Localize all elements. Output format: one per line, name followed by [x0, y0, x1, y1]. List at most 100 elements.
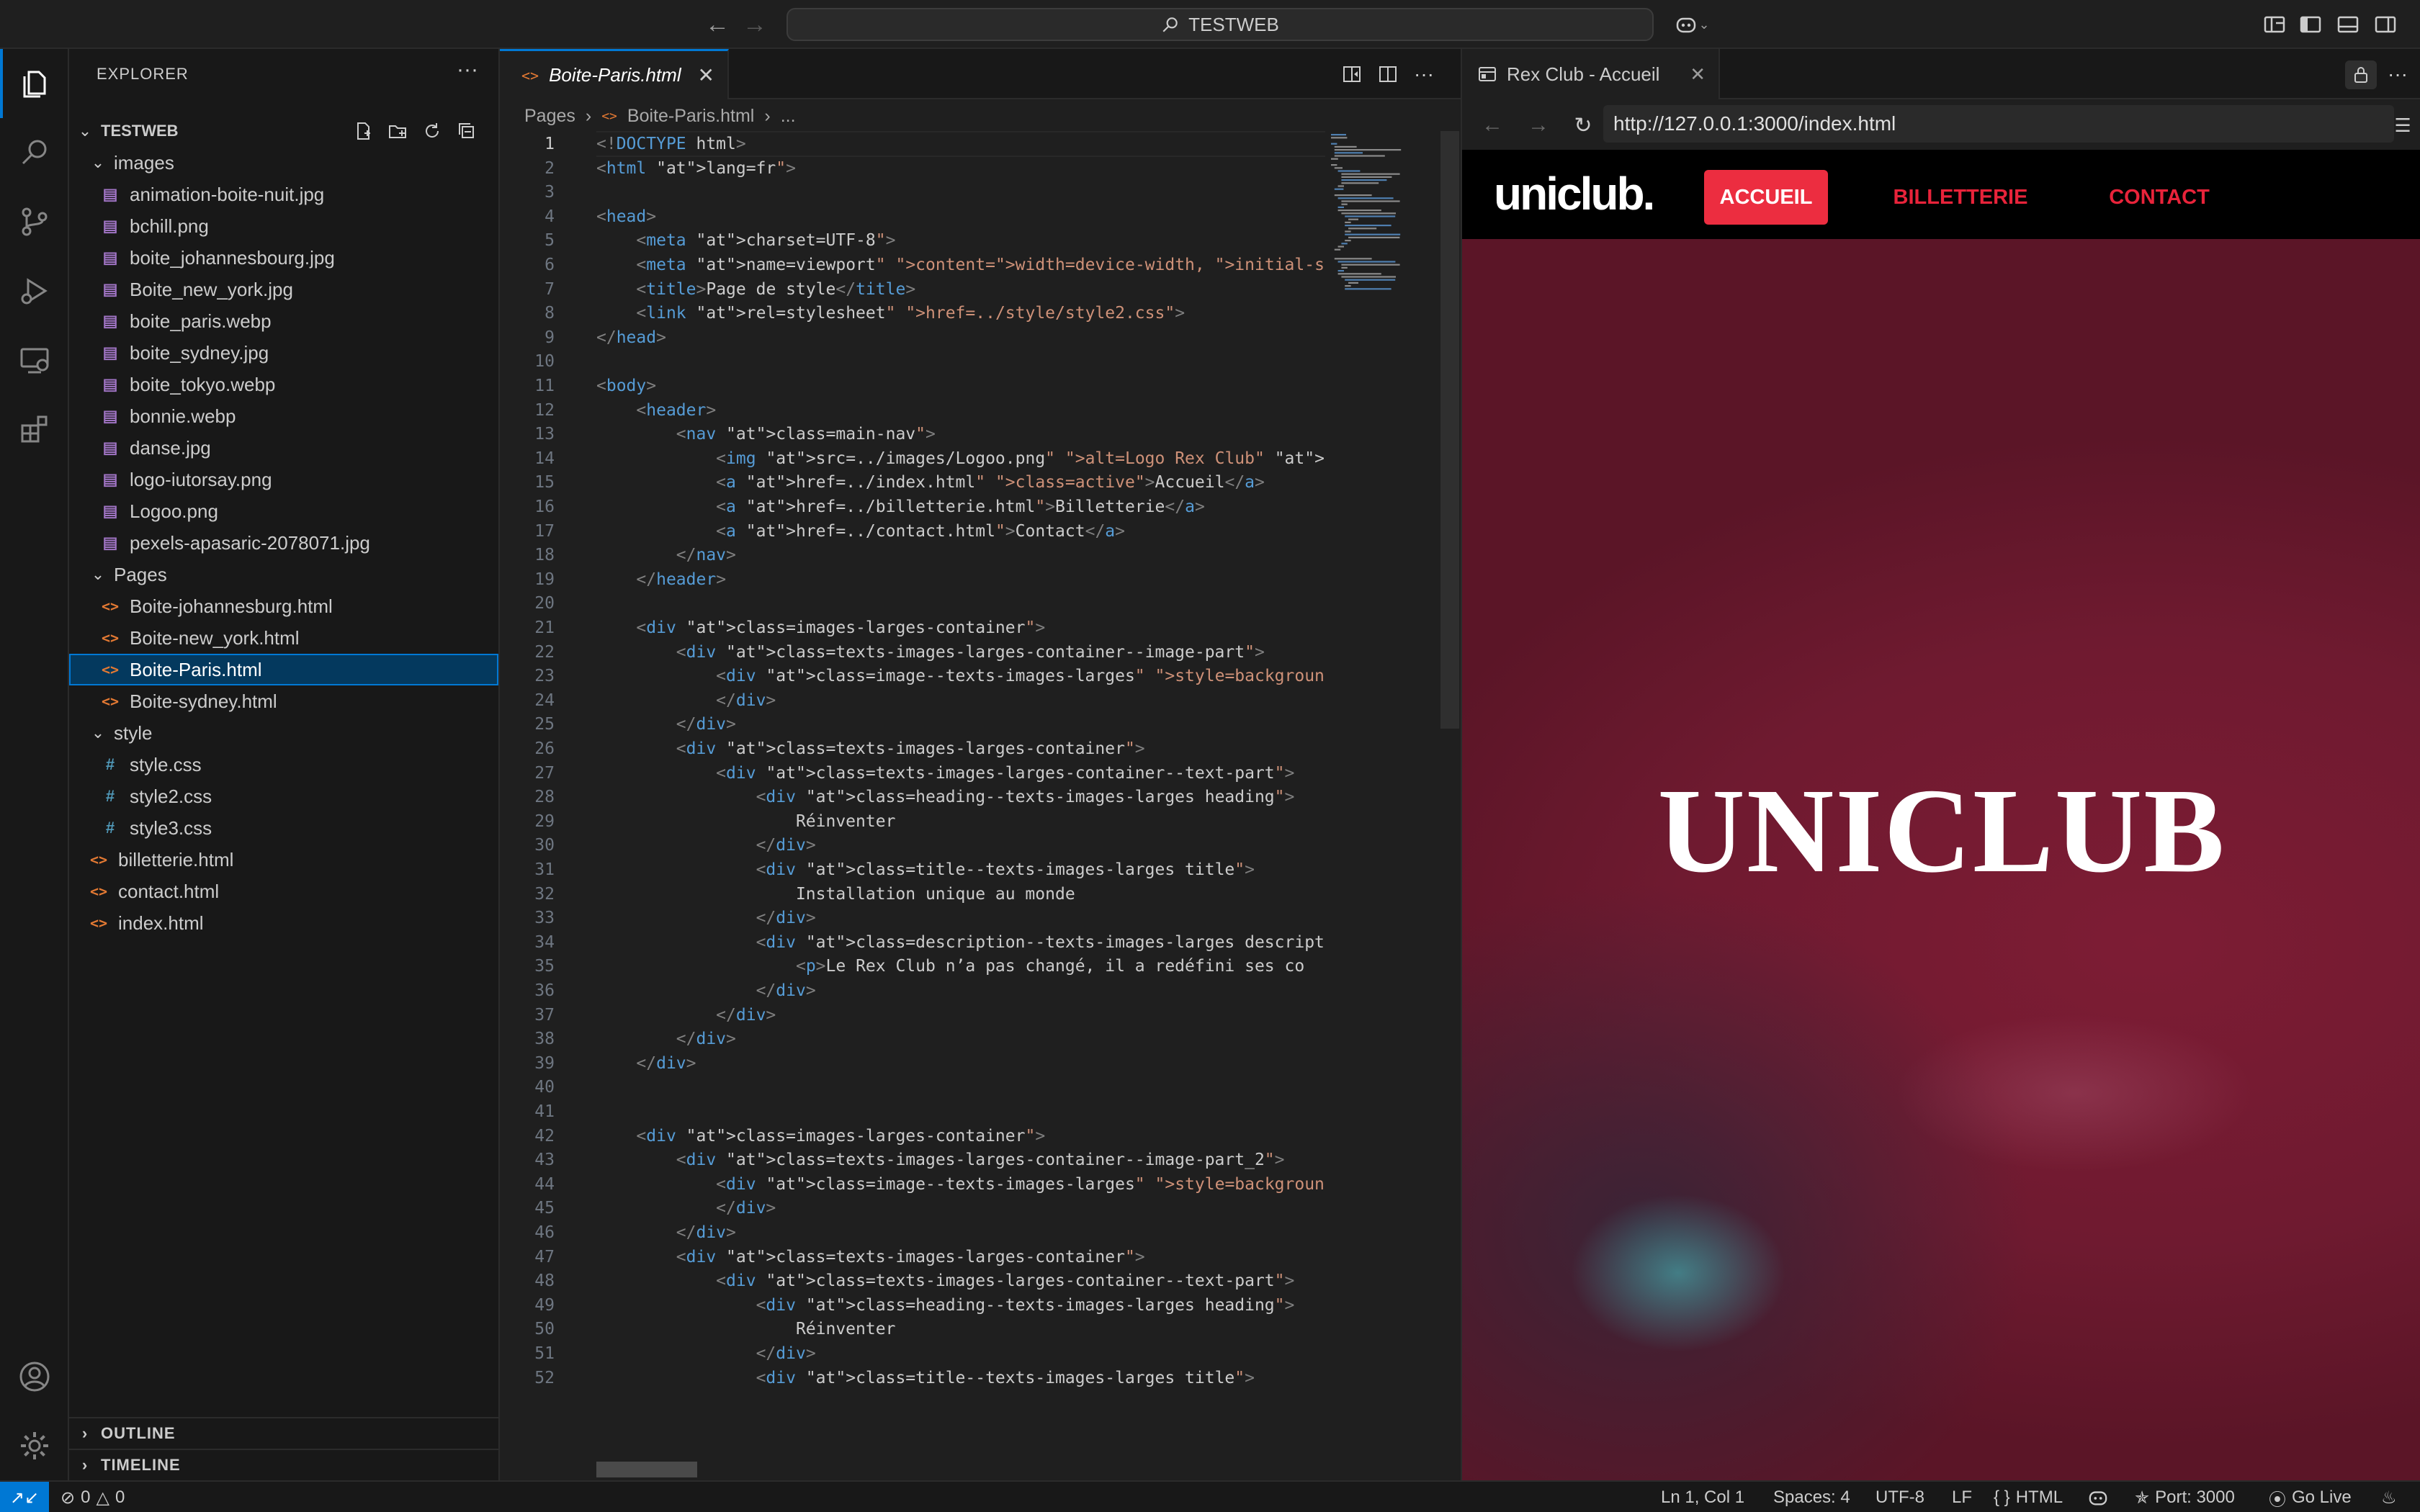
- url-bar[interactable]: http://127.0.0.1:3000/index.html: [1603, 105, 2394, 143]
- back-arrow-icon[interactable]: ←: [1478, 111, 1507, 140]
- file-item-selected[interactable]: <> Boite-Paris.html: [69, 654, 498, 685]
- remote-explorer-icon[interactable]: [0, 325, 69, 395]
- run-debug-icon[interactable]: [0, 256, 69, 325]
- new-file-icon[interactable]: [353, 121, 373, 141]
- file-item[interactable]: ▤ bchill.png: [69, 210, 498, 242]
- file-item[interactable]: ▤ Logoo.png: [69, 495, 498, 527]
- code-line[interactable]: 12 <header>: [500, 397, 1325, 423]
- file-item[interactable]: # style3.css: [69, 812, 498, 844]
- tab-boite-paris[interactable]: <> Boite-Paris.html ✕: [500, 49, 729, 99]
- code-line[interactable]: 26 <div "at">class=texts-images-larges-c…: [500, 736, 1325, 762]
- forward-arrow-icon[interactable]: →: [1524, 111, 1553, 140]
- code-line[interactable]: 2 <html "at">lang=fr">: [500, 156, 1325, 181]
- code-line[interactable]: 3: [500, 179, 1325, 205]
- code-line[interactable]: 14 <img "at">src=../images/Logoo.png" ">…: [500, 446, 1325, 472]
- code-line[interactable]: 43 <div "at">class=texts-images-larges-c…: [500, 1147, 1325, 1173]
- account-icon[interactable]: [0, 1342, 69, 1411]
- tab-rex-club[interactable]: Rex Club - Accueil ✕: [1462, 49, 1720, 99]
- collapse-all-icon[interactable]: [457, 121, 477, 141]
- customize-layout-icon[interactable]: [2262, 12, 2287, 37]
- code-line[interactable]: 41: [500, 1099, 1325, 1125]
- back-arrow-icon[interactable]: ←: [703, 10, 732, 39]
- code-line[interactable]: 28 <div "at">class=heading--texts-images…: [500, 784, 1325, 810]
- code-line[interactable]: 7 <title>Page de style</title>: [500, 276, 1325, 302]
- toggle-primary-sidebar-icon[interactable]: [2298, 12, 2323, 37]
- file-item[interactable]: <> contact.html: [69, 876, 498, 907]
- code-line[interactable]: 5 <meta "at">charset=UTF-8">: [500, 228, 1325, 253]
- minimap[interactable]: [1328, 131, 1436, 419]
- code-line[interactable]: 44 <div "at">class=image--texts-images-l…: [500, 1171, 1325, 1197]
- code-line[interactable]: 30 </div>: [500, 832, 1325, 858]
- breadcrumb-item[interactable]: Boite-Paris.html: [627, 106, 754, 127]
- code-line[interactable]: 42 <div "at">class=images-larges-contain…: [500, 1123, 1325, 1149]
- file-item[interactable]: ▤ logo-iutorsay.png: [69, 464, 498, 495]
- code-line[interactable]: 31 <div "at">class=title--texts-images-l…: [500, 857, 1325, 883]
- forward-arrow-icon[interactable]: →: [740, 10, 769, 39]
- file-item[interactable]: ▤ danse.jpg: [69, 432, 498, 464]
- folder-pages[interactable]: ⌄ Pages: [69, 559, 498, 590]
- encoding[interactable]: UTF-8: [1876, 1482, 1924, 1512]
- settings-gear-icon[interactable]: [0, 1411, 69, 1480]
- code-line[interactable]: 50 Réinventer: [500, 1316, 1325, 1342]
- code-line[interactable]: 21 <div "at">class=images-larges-contain…: [500, 615, 1325, 641]
- split-editor-icon[interactable]: [1376, 62, 1400, 86]
- workspace-root[interactable]: ⌄ TESTWEB: [69, 115, 498, 147]
- live-server-port[interactable]: ✯ Port: 3000: [2135, 1482, 2235, 1512]
- close-icon[interactable]: ✕: [1690, 63, 1706, 86]
- file-item[interactable]: ▤ boite_sydney.jpg: [69, 337, 498, 369]
- file-item[interactable]: ▤ boite_paris.webp: [69, 305, 498, 337]
- code-line[interactable]: 6 <meta "at">name=viewport" ">content=">…: [500, 252, 1325, 278]
- more-actions-icon[interactable]: ···: [457, 58, 478, 82]
- file-item[interactable]: <> Boite-johannesburg.html: [69, 590, 498, 622]
- more-actions-icon[interactable]: ···: [1412, 62, 1436, 86]
- code-line[interactable]: 37 </div>: [500, 1002, 1325, 1028]
- folder-images[interactable]: ⌄ images: [69, 147, 498, 179]
- code-line[interactable]: 10: [500, 348, 1325, 374]
- breadcrumb-item[interactable]: Pages: [524, 106, 575, 127]
- code-line[interactable]: 9 </head>: [500, 325, 1325, 351]
- code-line[interactable]: 47 <div "at">class=texts-images-larges-c…: [500, 1244, 1325, 1270]
- horizontal-scrollbar[interactable]: [596, 1462, 697, 1477]
- search-icon[interactable]: [0, 118, 69, 187]
- code-line[interactable]: 48 <div "at">class=texts-images-larges-c…: [500, 1268, 1325, 1294]
- code-line[interactable]: 52 <div "at">class=title--texts-images-l…: [500, 1365, 1325, 1391]
- code-line[interactable]: 19 </header>: [500, 567, 1325, 593]
- site-logo[interactable]: uniclub.: [1494, 167, 1655, 220]
- file-item[interactable]: <> Boite-sydney.html: [69, 685, 498, 717]
- code-line[interactable]: 45 </div>: [500, 1195, 1325, 1221]
- cursor-position[interactable]: Ln 1, Col 1: [1661, 1482, 1744, 1512]
- code-line[interactable]: 8 <link "at">rel=stylesheet" ">href=../s…: [500, 300, 1325, 326]
- file-item[interactable]: ▤ pexels-apasaric-2078071.jpg: [69, 527, 498, 559]
- code-line[interactable]: 34 <div "at">class=description--texts-im…: [500, 930, 1325, 955]
- file-item[interactable]: ▤ bonnie.webp: [69, 400, 498, 432]
- toggle-secondary-sidebar-icon[interactable]: [2372, 12, 2398, 37]
- code-line[interactable]: 15 <a "at">href=../index.html" ">class=a…: [500, 469, 1325, 495]
- code-line[interactable]: 23 <div "at">class=image--texts-images-l…: [500, 663, 1325, 689]
- file-item[interactable]: ▤ boite_tokyo.webp: [69, 369, 498, 400]
- code-line[interactable]: 40: [500, 1074, 1325, 1100]
- code-line[interactable]: 32 Installation unique au monde: [500, 881, 1325, 907]
- command-center[interactable]: TESTWEB: [786, 8, 1654, 41]
- code-line[interactable]: 51 </div>: [500, 1341, 1325, 1367]
- go-live-button[interactable]: ⦿ Go Live: [2269, 1482, 2352, 1512]
- problems-indicator[interactable]: ⊘ 0 △ 0: [60, 1482, 125, 1512]
- code-line[interactable]: 49 <div "at">class=heading--texts-images…: [500, 1292, 1325, 1318]
- end-of-line[interactable]: LF: [1952, 1482, 1972, 1512]
- code-line[interactable]: 1 <!DOCTYPE html>: [500, 131, 1325, 157]
- copilot-status-icon[interactable]: [2087, 1482, 2109, 1512]
- copilot-icon[interactable]: ⌄: [1670, 10, 1716, 39]
- code-line[interactable]: 35 <p>Le Rex Club n’a pas changé, il a r…: [500, 953, 1325, 979]
- refresh-icon[interactable]: [422, 121, 442, 141]
- file-item[interactable]: # style2.css: [69, 780, 498, 812]
- file-item[interactable]: <> Boite-new_york.html: [69, 622, 498, 654]
- timeline-section[interactable]: › TIMELINE: [69, 1449, 498, 1480]
- new-folder-icon[interactable]: [387, 121, 408, 141]
- code-line[interactable]: 20: [500, 590, 1325, 616]
- file-item[interactable]: ▤ boite_johannesbourg.jpg: [69, 242, 498, 274]
- outline-section[interactable]: › OUTLINE: [69, 1417, 498, 1449]
- reload-icon[interactable]: ↻: [1569, 111, 1597, 140]
- code-line[interactable]: 36 </div>: [500, 978, 1325, 1004]
- close-icon[interactable]: ✕: [698, 63, 714, 87]
- code-line[interactable]: 24 </div>: [500, 688, 1325, 714]
- code-line[interactable]: 18 </nav>: [500, 542, 1325, 568]
